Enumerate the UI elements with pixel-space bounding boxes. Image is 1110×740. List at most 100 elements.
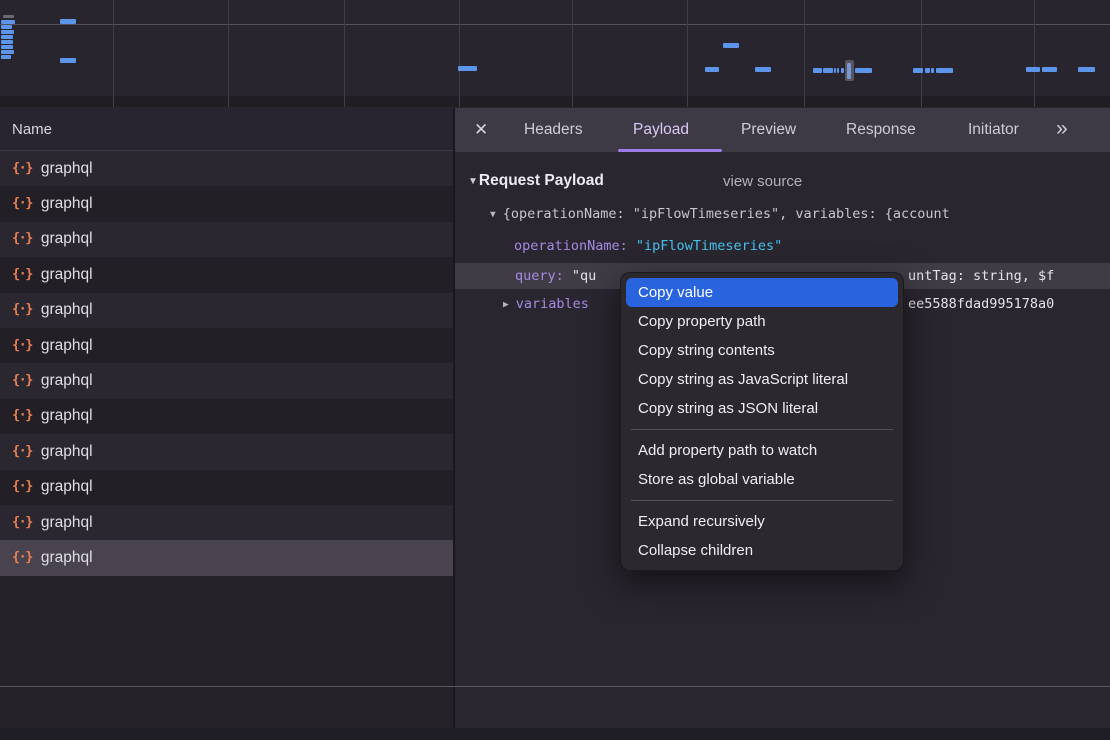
request-rows: {·} graphql {·} graphql {·} graphql {·} graphql… [0,151,453,576]
timeline-selected-marker [845,60,854,81]
root-preview-text: {operationName: "ipFlowTimeseries", vari… [503,206,950,222]
request-waterfall-bar [1042,67,1057,72]
request-name-label: graphql [41,301,93,319]
request-waterfall-bar [855,68,872,73]
request-row-graphql[interactable]: {·} graphql [0,470,453,505]
request-row-graphql[interactable]: {·}graphql [0,505,453,540]
menu-item-collapse-children[interactable]: Collapse children [626,536,898,565]
request-row-graphql[interactable]: {·}graphql [0,363,453,398]
json-braces-icon: {·} [12,549,32,565]
request-waterfall-bar [936,68,953,73]
json-braces-icon: {·} [12,337,32,353]
property-value: "ipFlowTimeseries" [636,238,782,254]
timeline-gridline [921,0,922,107]
network-overview-timeline[interactable] [0,0,1110,107]
json-braces-icon: {·} [12,478,32,494]
tree-operationname-row[interactable]: operationName: "ipFlowTimeseries" [514,234,782,258]
name-column-header[interactable]: Name [0,108,453,151]
timeline-gridline [228,0,229,107]
request-waterfall-bar [755,67,771,72]
tree-variables-row-clipped-tail: ee5588fdad995178a0 [908,292,1054,316]
expanded-triangle-icon[interactable]: ▼ [490,209,496,220]
request-waterfall-bar [705,67,719,72]
request-payload-section[interactable]: ▼Request Payload view source [468,172,604,190]
close-icon[interactable]: ✕ [474,108,488,152]
details-tab-bar: ✕ Headers Payload Preview Response Initiator… [455,108,1110,152]
request-waterfall-bar [913,68,923,73]
menu-item-expand-recursively[interactable]: Expand recursively [626,507,898,536]
footer-divider [0,686,1110,687]
tab-response[interactable]: Response [846,108,916,152]
request-waterfall-bar [823,68,833,73]
menu-separator [631,500,893,501]
request-waterfall-bar [931,68,934,73]
menu-item-add-property-path-to-watch[interactable]: Add property path to watch [626,436,898,465]
tab-headers[interactable]: Headers [524,108,583,152]
request-row-graphql[interactable]: {·}graphql [0,434,453,469]
request-waterfall-bar [841,68,844,73]
request-row-graphql[interactable]: {·}graphql [0,540,453,575]
section-expander-icon[interactable]: ▼ [468,176,478,187]
request-row-graphql[interactable]: {·} graphql [0,293,453,328]
tree-variables-row[interactable]: ▶ variables [503,292,589,316]
request-row-graphql[interactable]: {·}graphql [0,328,453,363]
json-braces-icon: {·} [12,266,32,282]
request-waterfall-bar [1,30,14,34]
devtools-window: Name {·}graphql{·}graphql{·}graphql{·}gr… [0,0,1110,740]
json-braces-icon: {·} [12,514,32,530]
json-braces-icon: {·} [12,230,32,246]
request-list-panel: Name {·}graphql{·}graphql{·}graphql{·}gr… [0,108,453,740]
property-key: variables [516,296,589,312]
property-key: operationName: [514,238,636,254]
request-waterfall-bar [1,35,13,39]
request-waterfall-bar [60,19,76,24]
request-waterfall-bar [458,66,477,71]
timeline-gridline [572,0,573,107]
request-waterfall-bar [1026,67,1040,72]
menu-item-copy-string-contents[interactable]: Copy string contents [626,336,898,365]
request-row-graphql[interactable]: {·}graphql [0,151,453,186]
collapsed-triangle-icon[interactable]: ▶ [503,299,509,310]
request-name-label: graphql [41,230,93,248]
request-row-graphql[interactable]: {·}graphql [0,399,453,434]
menu-item-copy-string-as-javascript-literal[interactable]: Copy string as JavaScript literal [626,365,898,394]
json-braces-icon: {·} [12,372,32,388]
request-name-label: graphql [41,160,93,178]
request-waterfall-bar [60,58,76,63]
menu-item-store-as-global-variable[interactable]: Store as global variable [626,465,898,494]
pending-request-bar [3,15,14,18]
menu-item-copy-value[interactable]: Copy value [626,278,898,307]
timeline-gridline [804,0,805,107]
timeline-gridline [113,0,114,107]
more-tabs-icon[interactable]: » [1056,108,1066,152]
request-name-label: graphql [41,478,93,496]
tab-preview[interactable]: Preview [741,108,796,152]
timeline-gridline [1034,0,1035,107]
request-row-graphql[interactable]: {·} graphql [0,257,453,292]
tab-payload[interactable]: Payload [633,108,689,152]
request-row-graphql[interactable]: {·}graphql [0,186,453,221]
tab-initiator[interactable]: Initiator [968,108,1019,152]
json-braces-icon: {·} [12,301,32,317]
context-menu: Copy valueCopy property pathCopy string … [620,272,904,571]
request-waterfall-bar [1,45,13,49]
request-waterfall-bar [925,68,930,73]
tree-root-row[interactable]: ▼ {operationName: "ipFlowTimeseries", var… [490,202,950,226]
request-name-label: graphql [41,443,93,461]
timeline-gridline [459,0,460,107]
timeline-horizontal-gridline [0,24,1110,25]
request-waterfall-bar [1,25,12,29]
request-name-label: graphql [41,266,93,284]
request-row-graphql[interactable]: {·} graphql [0,222,453,257]
timeline-bottom-band [0,96,1110,107]
tree-query-row[interactable]: query: "qu [515,264,596,288]
menu-item-copy-property-path[interactable]: Copy property path [626,307,898,336]
json-braces-icon: {·} [12,195,32,211]
menu-item-copy-string-as-json-literal[interactable]: Copy string as JSON literal [626,394,898,423]
request-waterfall-bar [1,20,15,24]
window-bottom-edge [0,728,1110,740]
request-waterfall-bar [723,43,739,48]
timeline-gridline [687,0,688,107]
json-braces-icon: {·} [12,407,32,423]
view-source-link[interactable]: view source [723,173,802,190]
